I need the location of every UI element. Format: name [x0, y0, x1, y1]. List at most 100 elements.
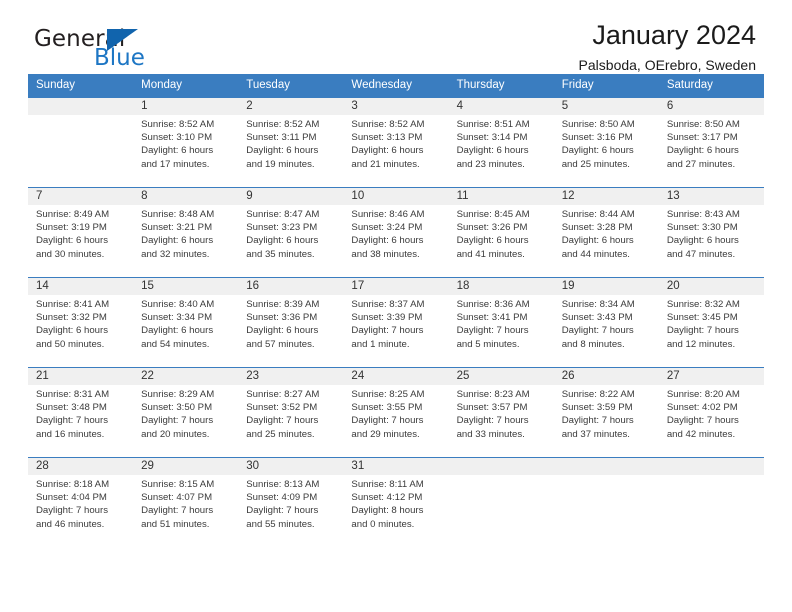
day-sunrise-text: Sunrise: 8:36 AM — [456, 299, 530, 310]
day-cell[interactable]: 25 Sunrise: 8:23 AM Sunset: 3:57 PM Dayligh… — [449, 368, 554, 457]
day-cell[interactable]: 9 Sunrise: 8:47 AM Sunset: 3:23 PM Daylight… — [238, 188, 343, 277]
day-number: 28 — [36, 460, 49, 472]
weekday-header-sunday: Sunday — [36, 79, 76, 91]
day-sunrise-text: Sunrise: 8:40 AM — [141, 299, 215, 310]
day-sun-info: Sunrise: 8:50 AM Sunset: 3:16 PM Daylight:… — [562, 118, 655, 171]
day-cell[interactable]: 27 Sunrise: 8:20 AM Sunset: 4:02 PM Dayligh… — [659, 368, 764, 457]
general-blue-logo[interactable]: General Blue — [34, 26, 214, 76]
day-cell[interactable]: 28 Sunrise: 8:18 AM Sunset: 4:04 PM Dayligh… — [28, 458, 133, 547]
day-sunset-text: Sunset: 3:52 PM — [246, 402, 318, 414]
day-sun-info: Sunrise: 8:45 AM Sunset: 3:26 PM Daylight:… — [457, 208, 550, 261]
day-daylight1-text: Daylight: 7 hours — [351, 325, 424, 337]
week-cells: 14 Sunrise: 8:41 AM Sunset: 3:32 PM Dayligh… — [28, 278, 764, 367]
day-sunrise-text: Sunrise: 8:13 AM — [246, 479, 320, 490]
day-sunrise-text: Sunrise: 8:41 AM — [36, 299, 110, 310]
day-cell[interactable]: 6 Sunrise: 8:50 AM Sunset: 3:17 PM Daylight… — [659, 98, 764, 187]
day-daylight1-text: Daylight: 6 hours — [456, 145, 529, 157]
day-daylight2-text: and 37 minutes. — [561, 428, 630, 440]
day-number: 8 — [141, 190, 148, 202]
day-number: 7 — [36, 190, 43, 202]
day-number: 2 — [246, 100, 253, 112]
day-sunrise-text: Sunrise: 8:23 AM — [456, 389, 530, 400]
day-daylight1-text: Daylight: 7 hours — [456, 415, 529, 427]
day-daylight2-text: and 57 minutes. — [246, 338, 315, 350]
day-cell[interactable]: 23 Sunrise: 8:27 AM Sunset: 3:52 PM Dayligh… — [238, 368, 343, 457]
day-number: 10 — [351, 190, 365, 202]
day-cell[interactable]: 31 Sunrise: 8:11 AM Sunset: 4:12 PM Dayligh… — [343, 458, 448, 547]
day-daylight1-text: Daylight: 7 hours — [666, 325, 739, 337]
logo-text-blue: Blue — [94, 45, 145, 71]
day-cell-empty — [659, 458, 764, 547]
day-sunrise-text: Sunrise: 8:46 AM — [351, 209, 425, 220]
day-cell[interactable]: 7 Sunrise: 8:49 AM Sunset: 3:19 PM Daylight… — [28, 188, 133, 277]
calendar-week-row: 14 Sunrise: 8:41 AM Sunset: 3:32 PM Dayligh… — [28, 277, 764, 367]
day-number: 30 — [246, 460, 260, 472]
day-cell[interactable]: 26 Sunrise: 8:22 AM Sunset: 3:59 PM Dayligh… — [554, 368, 659, 457]
day-sun-info: Sunrise: 8:29 AM Sunset: 3:50 PM Daylight:… — [141, 388, 234, 441]
day-cell[interactable]: 2 Sunrise: 8:52 AM Sunset: 3:11 PM Daylight… — [238, 98, 343, 187]
day-cell[interactable]: 8 Sunrise: 8:48 AM Sunset: 3:21 PM Daylight… — [133, 188, 238, 277]
calendar-weeks: 1 Sunrise: 8:52 AM Sunset: 3:10 PM Daylight… — [28, 98, 764, 547]
day-cell[interactable]: 13 Sunrise: 8:43 AM Sunset: 3:30 PM Dayligh… — [659, 188, 764, 277]
day-daylight2-text: and 32 minutes. — [141, 248, 210, 260]
day-cell[interactable]: 21 Sunrise: 8:31 AM Sunset: 3:48 PM Dayligh… — [28, 368, 133, 457]
calendar-week-row: 7 Sunrise: 8:49 AM Sunset: 3:19 PM Daylight… — [28, 187, 764, 277]
day-cell[interactable]: 24 Sunrise: 8:25 AM Sunset: 3:55 PM Dayligh… — [343, 368, 448, 457]
day-cell[interactable]: 15 Sunrise: 8:40 AM Sunset: 3:34 PM Dayligh… — [133, 278, 238, 367]
day-cell[interactable]: 14 Sunrise: 8:41 AM Sunset: 3:32 PM Dayligh… — [28, 278, 133, 367]
day-cell[interactable]: 12 Sunrise: 8:44 AM Sunset: 3:28 PM Dayligh… — [554, 188, 659, 277]
day-cell[interactable]: 16 Sunrise: 8:39 AM Sunset: 3:36 PM Dayligh… — [238, 278, 343, 367]
day-sun-info: Sunrise: 8:15 AM Sunset: 4:07 PM Daylight:… — [141, 478, 234, 531]
day-sunrise-text: Sunrise: 8:50 AM — [561, 119, 635, 130]
day-cell[interactable]: 30 Sunrise: 8:13 AM Sunset: 4:09 PM Dayligh… — [238, 458, 343, 547]
day-cell[interactable]: 20 Sunrise: 8:32 AM Sunset: 3:45 PM Dayligh… — [659, 278, 764, 367]
day-daylight2-text: and 55 minutes. — [246, 518, 315, 530]
day-sun-info: Sunrise: 8:27 AM Sunset: 3:52 PM Daylight:… — [246, 388, 339, 441]
day-daylight1-text: Daylight: 6 hours — [36, 235, 108, 247]
day-cell[interactable]: 4 Sunrise: 8:51 AM Sunset: 3:14 PM Daylight… — [449, 98, 554, 187]
day-cell[interactable]: 19 Sunrise: 8:34 AM Sunset: 3:43 PM Dayligh… — [554, 278, 659, 367]
weekday-header-monday: Monday — [141, 79, 183, 91]
day-cell[interactable]: 11 Sunrise: 8:45 AM Sunset: 3:26 PM Dayligh… — [449, 188, 554, 277]
day-daylight2-text: and 23 minutes. — [456, 158, 525, 170]
day-daylight2-text: and 33 minutes. — [456, 428, 525, 440]
day-cell[interactable]: 5 Sunrise: 8:50 AM Sunset: 3:16 PM Daylight… — [554, 98, 659, 187]
day-cell[interactable]: 10 Sunrise: 8:46 AM Sunset: 3:24 PM Dayligh… — [343, 188, 448, 277]
day-sun-info: Sunrise: 8:52 AM Sunset: 3:10 PM Daylight:… — [141, 118, 234, 171]
day-sunset-text: Sunset: 3:34 PM — [141, 312, 213, 324]
day-cell[interactable]: 18 Sunrise: 8:36 AM Sunset: 3:41 PM Dayligh… — [449, 278, 554, 367]
day-number: 31 — [351, 460, 365, 472]
day-sunset-text: Sunset: 3:39 PM — [351, 312, 423, 324]
day-sunset-text: Sunset: 3:17 PM — [666, 132, 738, 144]
day-sunset-text: Sunset: 3:21 PM — [141, 222, 213, 234]
day-daylight1-text: Daylight: 6 hours — [666, 235, 739, 247]
day-number: 12 — [561, 190, 575, 202]
day-daylight1-text: Daylight: 6 hours — [561, 145, 634, 157]
weekday-header-saturday: Saturday — [666, 79, 713, 91]
day-daylight2-text: and 27 minutes. — [666, 158, 736, 170]
day-daylight2-text: and 12 minutes. — [666, 338, 736, 350]
day-cell[interactable]: 17 Sunrise: 8:37 AM Sunset: 3:39 PM Dayligh… — [343, 278, 448, 367]
day-cell[interactable]: 3 Sunrise: 8:52 AM Sunset: 3:13 PM Daylight… — [343, 98, 448, 187]
day-number: 4 — [456, 100, 463, 112]
weekday-header-thursday: Thursday — [456, 79, 505, 91]
day-daylight2-text: and 1 minute. — [351, 338, 410, 350]
day-sunrise-text: Sunrise: 8:25 AM — [351, 389, 425, 400]
day-sun-info: Sunrise: 8:52 AM Sunset: 3:11 PM Daylight:… — [246, 118, 339, 171]
day-cell[interactable]: 22 Sunrise: 8:29 AM Sunset: 3:50 PM Dayligh… — [133, 368, 238, 457]
day-number: 27 — [666, 370, 680, 382]
day-sunset-text: Sunset: 3:55 PM — [351, 402, 423, 414]
day-sun-info: Sunrise: 8:36 AM Sunset: 3:41 PM Daylight:… — [457, 298, 550, 351]
day-cell[interactable]: 29 Sunrise: 8:15 AM Sunset: 4:07 PM Dayligh… — [133, 458, 238, 547]
day-sunrise-text: Sunrise: 8:15 AM — [141, 479, 215, 490]
day-daylight1-text: Daylight: 7 hours — [246, 415, 319, 427]
day-daylight1-text: Daylight: 8 hours — [351, 505, 424, 517]
day-sun-info: Sunrise: 8:22 AM Sunset: 3:59 PM Daylight:… — [562, 388, 655, 441]
day-daylight2-text: and 30 minutes. — [36, 248, 105, 260]
day-daylight2-text: and 29 minutes. — [351, 428, 420, 440]
day-cell[interactable]: 1 Sunrise: 8:52 AM Sunset: 3:10 PM Daylight… — [133, 98, 238, 187]
day-sunrise-text: Sunrise: 8:47 AM — [246, 209, 320, 220]
weekday-header-row: Sunday Monday Tuesday Wednesday Thursday Frid… — [28, 74, 764, 98]
day-daylight2-text: and 54 minutes. — [141, 338, 210, 350]
day-daylight2-text: and 16 minutes. — [36, 428, 105, 440]
